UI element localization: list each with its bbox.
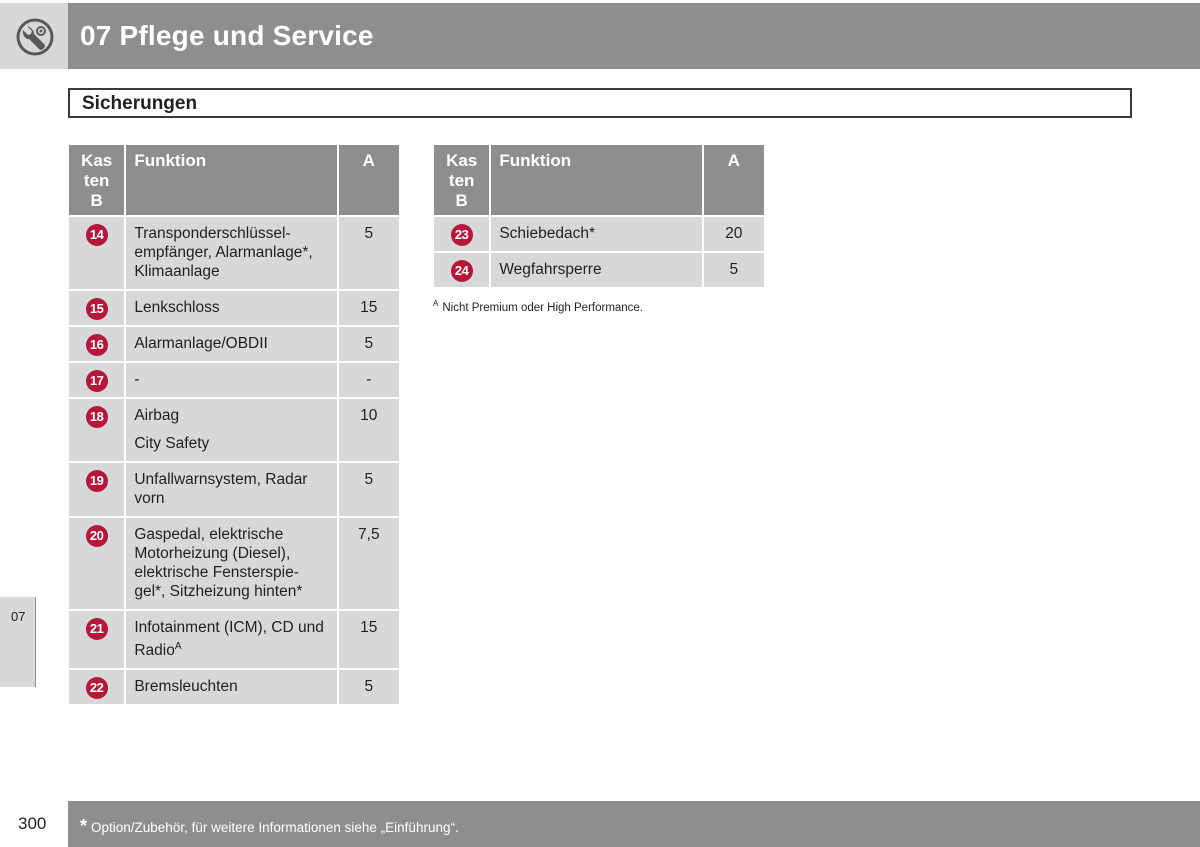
fuse-table-left: Kas ten B Funktion A 14 Transponderschlü… — [67, 143, 401, 706]
footer-text: Option/Zubehör, für weitere Informatione… — [91, 820, 459, 835]
fuse-number-badge: 18 — [85, 406, 108, 428]
fuse-number-badge: 20 — [85, 525, 108, 547]
column-header-amp: A — [338, 145, 399, 215]
fuse-function: Transponderschlüssel-empfänger, Alarmanl… — [126, 217, 337, 289]
section-title: Sicherungen — [82, 93, 198, 114]
footer-note: * Option/Zubehör, für weitere Information… — [80, 816, 459, 837]
fuse-number-badge: 21 — [85, 618, 108, 640]
fuse-number-badge: 17 — [85, 370, 108, 392]
footnote: A Nicht Premium oder High Performance. — [433, 299, 643, 314]
column-header-box: Kas ten B — [69, 145, 125, 215]
table-row: 15 Lenkschloss 15 — [69, 291, 399, 325]
fuse-amp: 20 — [703, 217, 764, 251]
table-header-row: Kas ten B Funktion A — [69, 145, 399, 215]
footnote-text: Nicht Premium oder High Performance. — [442, 301, 644, 314]
fuse-amp: 15 — [338, 611, 399, 669]
wrench-gear-icon — [16, 18, 54, 56]
side-tab-label: 07 — [11, 609, 26, 624]
footer-bar: * Option/Zubehör, für weitere Information… — [68, 801, 1200, 847]
fuse-number-badge: 16 — [85, 334, 108, 356]
fuse-function: Infotainment (ICM), CD und RadioA — [126, 611, 337, 669]
table-header-row: Kas ten B Funktion A — [434, 145, 764, 215]
fuse-amp: 5 — [338, 217, 399, 289]
column-header-function: Funktion — [126, 145, 337, 215]
fuse-number-badge: 24 — [450, 260, 473, 282]
fuse-number-badge: 19 — [85, 470, 108, 492]
fuse-amp: - — [338, 363, 399, 397]
fuse-number-badge: 22 — [85, 677, 108, 700]
fuse-amp: 5 — [703, 253, 764, 287]
fuse-number-badge: 14 — [85, 224, 108, 246]
fuse-function: Schiebedach* — [491, 217, 702, 251]
chapter-side-tab: 07 — [0, 597, 36, 687]
fuse-amp: 5 — [338, 327, 399, 361]
fuse-function: Unfallwarnsystem, Radar vorn — [126, 463, 337, 516]
fuse-function: - — [126, 363, 337, 397]
table-row: 16 Alarmanlage/OBDII 5 — [69, 327, 399, 361]
fuse-function: Bremsleuchten — [126, 670, 337, 705]
fuse-function: Wegfahrsperre — [491, 253, 702, 287]
fuse-amp: 10 — [338, 399, 399, 461]
fuse-number-badge: 15 — [85, 298, 108, 320]
table-row: 21 Infotainment (ICM), CD und RadioA 15 — [69, 611, 399, 669]
table-row: 18 Airbag City Safety 10 — [69, 399, 399, 461]
fuse-amp: 7,5 — [338, 518, 399, 609]
column-header-box: Kas ten B — [434, 145, 490, 215]
fuse-function: Lenkschloss — [126, 291, 337, 325]
chapter-title: 07 Pflege und Service — [80, 20, 374, 51]
fuse-function: Airbag City Safety — [126, 399, 337, 461]
fuse-amp: 15 — [338, 291, 399, 325]
column-header-amp: A — [703, 145, 764, 215]
section-title-box: Sicherungen — [68, 88, 1132, 118]
column-header-function: Funktion — [491, 145, 702, 215]
fuse-amp: 5 — [338, 463, 399, 516]
footer-star: * — [80, 816, 88, 836]
fuse-function: Alarmanlage/OBDII — [126, 327, 337, 361]
page-number: 300 — [18, 814, 47, 833]
fuse-number-badge: 23 — [450, 224, 473, 246]
table-row: 14 Transponderschlüssel-empfänger, Alarm… — [69, 217, 399, 289]
table-row: 23 Schiebedach* 20 — [434, 217, 764, 251]
table-row: 22 Bremsleuchten 5 — [69, 670, 399, 705]
fuse-amp: 5 — [338, 670, 399, 705]
chapter-icon-block — [0, 3, 68, 69]
fuse-function: Gaspedal, elektrische Motorheizung (Diese… — [126, 518, 337, 609]
table-row: 20 Gaspedal, elektrische Motorheizung (Di… — [69, 518, 399, 609]
fuse-table-right: Kas ten B Funktion A 23 Schiebedach* 20 … — [432, 143, 766, 289]
table-row: 24 Wegfahrsperre 5 — [434, 253, 764, 287]
table-row: 19 Unfallwarnsystem, Radar vorn 5 — [69, 463, 399, 516]
footnote-marker: A — [433, 299, 439, 308]
table-row: 17 - - — [69, 363, 399, 397]
